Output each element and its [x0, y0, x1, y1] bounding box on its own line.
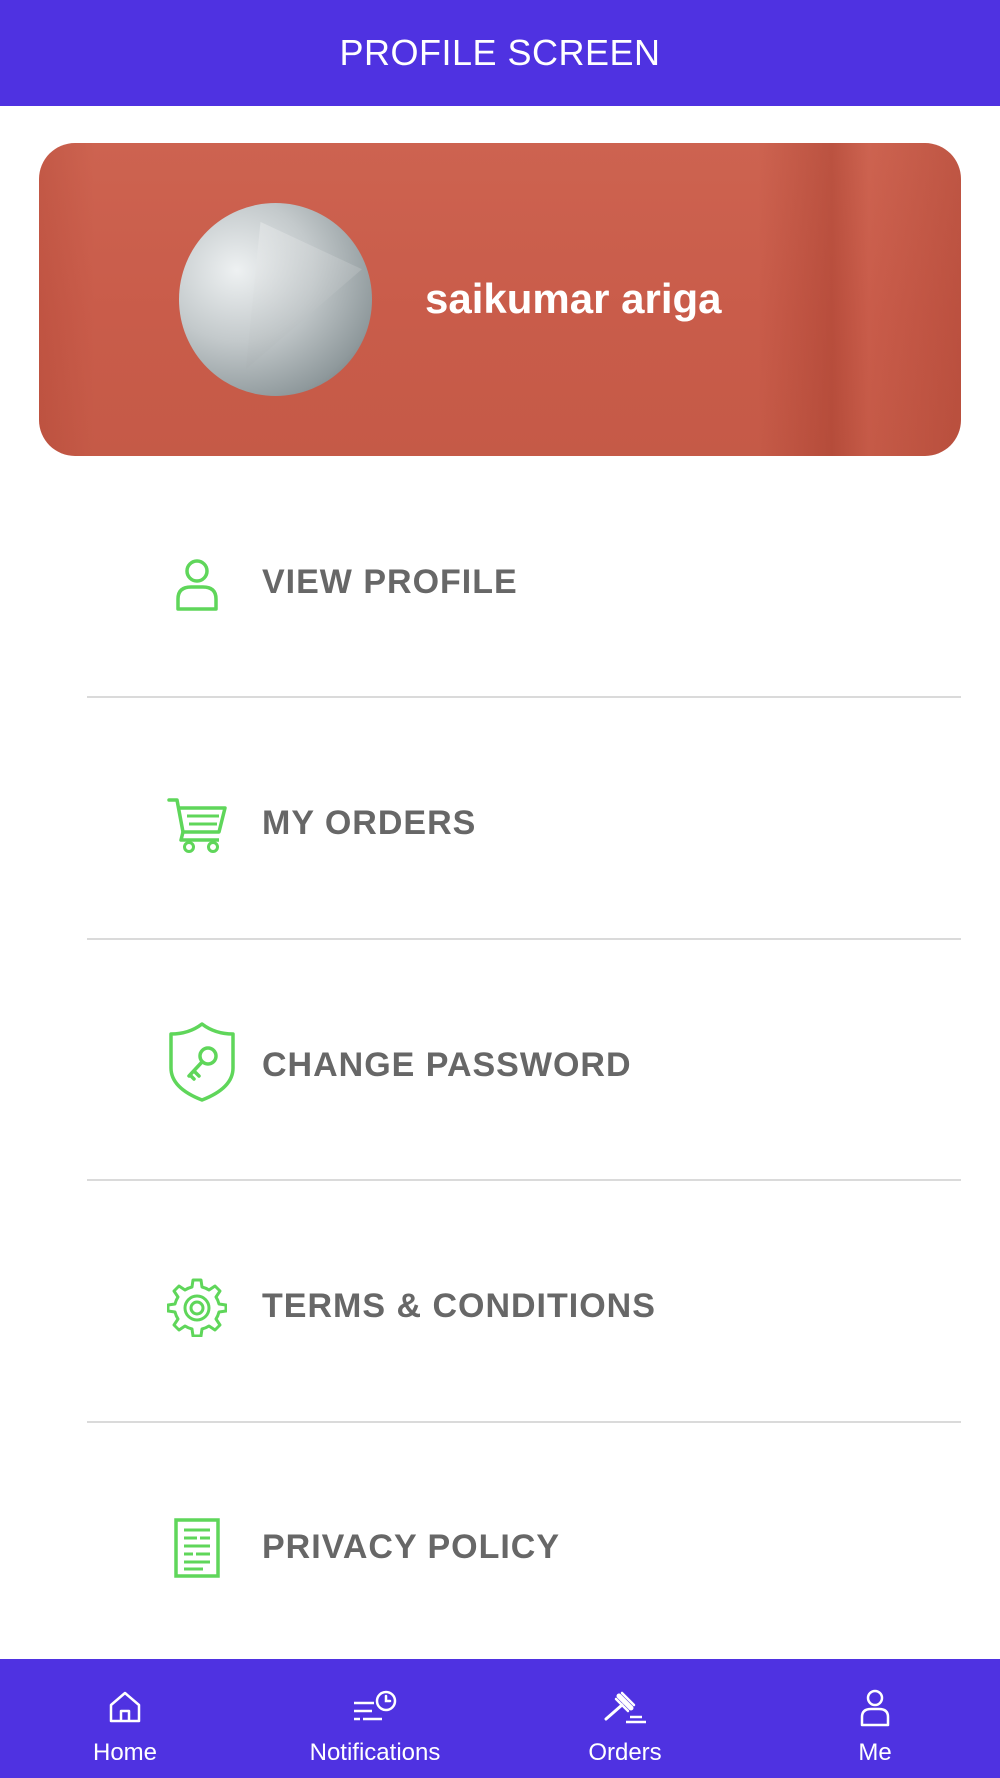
nav-home[interactable]: Home: [0, 1659, 250, 1778]
nav-orders[interactable]: Orders: [500, 1659, 750, 1778]
nav-me[interactable]: Me: [750, 1659, 1000, 1778]
nav-label: Notifications: [309, 1739, 441, 1766]
gavel-icon: [600, 1687, 650, 1727]
menu-item-label: TERMS & CONDITIONS: [262, 1287, 656, 1325]
nav-label: Me: [858, 1739, 892, 1766]
nav-notifications[interactable]: Notifications: [250, 1659, 500, 1778]
document-icon: [167, 1518, 227, 1578]
nav-label: Orders: [588, 1739, 662, 1766]
app-header: PROFILE SCREEN: [0, 0, 1000, 106]
profile-card: saikumar ariga: [39, 143, 961, 456]
notifications-clock-icon: [350, 1687, 400, 1727]
divider: [87, 696, 961, 698]
menu-item-label: CHANGE PASSWORD: [262, 1046, 632, 1084]
divider: [87, 1421, 961, 1423]
menu-item-label: MY ORDERS: [262, 804, 477, 842]
page-title: PROFILE SCREEN: [339, 32, 661, 73]
avatar[interactable]: [179, 203, 372, 396]
menu-item-label: PRIVACY POLICY: [262, 1528, 561, 1566]
home-icon: [105, 1687, 145, 1727]
menu-item-privacy-policy[interactable]: PRIVACY POLICY: [87, 1424, 961, 1664]
bottom-nav: Home Notifications Orders Me: [0, 1659, 1000, 1778]
shield-key-icon: [167, 1020, 237, 1104]
menu-item-view-profile[interactable]: VIEW PROFILE: [87, 459, 961, 699]
user-name: saikumar ariga: [425, 275, 722, 322]
nav-label: Home: [92, 1739, 158, 1766]
menu-item-change-password[interactable]: CHANGE PASSWORD: [87, 942, 961, 1182]
menu-item-my-orders[interactable]: MY ORDERS: [87, 700, 961, 940]
menu-item-terms-conditions[interactable]: TERMS & CONDITIONS: [87, 1183, 961, 1423]
divider: [87, 1179, 961, 1181]
gear-icon: [166, 1277, 228, 1338]
person-icon: [855, 1687, 895, 1727]
cart-icon: [167, 794, 227, 854]
menu-item-label: VIEW PROFILE: [262, 563, 518, 601]
divider: [87, 938, 961, 940]
person-icon: [167, 553, 227, 613]
